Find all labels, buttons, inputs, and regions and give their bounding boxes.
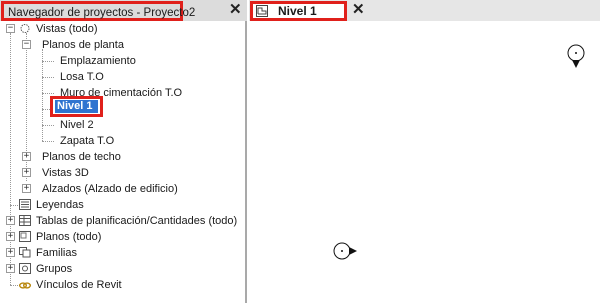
toggle-tablas[interactable]: + (6, 216, 15, 225)
toggle-familias[interactable]: + (6, 248, 15, 257)
tree-item-grupos[interactable]: Grupos (36, 262, 72, 276)
views-icon (20, 24, 30, 33)
tree-item-planos-techo[interactable]: Planos de techo (42, 150, 121, 164)
toggle-vistas[interactable]: − (6, 24, 15, 33)
project-browser: Navegador de proyectos - Proyecto2 ✕ − V… (0, 0, 247, 303)
elevation-marker-east-icon[interactable] (331, 239, 363, 263)
tree-item-nivel1[interactable]: Nivel 1 (55, 100, 98, 113)
browser-tree: − Vistas (todo) − Planos de planta Empla… (0, 21, 245, 303)
browser-title-highlight: Navegador de proyectos - Proyecto2 (1, 1, 195, 21)
families-icon (19, 247, 31, 258)
floor-plan-icon (256, 5, 268, 17)
tree-item-planos[interactable]: Planos (todo) (36, 230, 101, 244)
tab-nivel1[interactable]: Nivel 1 (250, 1, 347, 21)
tab-label: Nivel 1 (278, 4, 317, 18)
tree-item-vistas[interactable]: Vistas (todo) (36, 22, 98, 36)
groups-icon (19, 263, 31, 274)
tree-item-alzados[interactable]: Alzados (Alzado de edificio) (42, 182, 178, 196)
sheet-icon (19, 231, 31, 242)
links-icon (19, 282, 31, 289)
toggle-grupos[interactable]: + (6, 264, 15, 273)
drawing-canvas[interactable] (249, 21, 600, 303)
tree-item-tablas[interactable]: Tablas de planificación/Cantidades (todo… (36, 214, 237, 228)
tab-close-icon[interactable]: ✕ (352, 1, 365, 18)
tree-item-nivel2[interactable]: Nivel 2 (60, 118, 94, 132)
toggle-alzados[interactable]: + (22, 184, 31, 193)
elevation-marker-north-icon[interactable] (566, 43, 586, 75)
tree-item-leyendas[interactable]: Leyendas (36, 198, 84, 212)
legend-icon (19, 199, 31, 210)
toggle-planos[interactable]: + (6, 232, 15, 241)
toggle-vistas3d[interactable]: + (22, 168, 31, 177)
tree-item-planos-planta[interactable]: Planos de planta (42, 38, 124, 52)
schedule-icon (19, 215, 31, 226)
tree-item-familias[interactable]: Familias (36, 246, 77, 260)
tree-item-vinculos[interactable]: Vínculos de Revit (36, 278, 122, 292)
nivel1-highlight: Nivel 1 (50, 96, 103, 117)
tree-item-zapata[interactable]: Zapata T.O (60, 134, 114, 148)
toggle-planos-planta[interactable]: − (22, 40, 31, 49)
browser-header: Navegador de proyectos - Proyecto2 ✕ (0, 0, 247, 21)
tree-item-losa[interactable]: Losa T.O (60, 70, 104, 84)
browser-title: Navegador de proyectos - Proyecto2 (8, 7, 196, 19)
tree-item-emplazamiento[interactable]: Emplazamiento (60, 54, 136, 68)
tree-item-vistas3d[interactable]: Vistas 3D (42, 166, 89, 180)
toggle-planos-techo[interactable]: + (22, 152, 31, 161)
browser-close-icon[interactable]: ✕ (229, 1, 242, 18)
